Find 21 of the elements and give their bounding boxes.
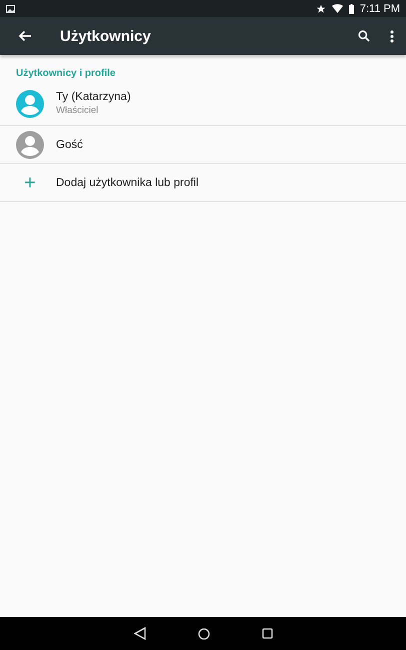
screen-title: Użytkownicy [60,28,152,44]
triangle-back-icon [134,627,146,640]
user-row[interactable]: Ty (Katarzyna) Właściciel [0,82,406,126]
back-arrow-icon [18,30,32,42]
user-name: Ty (Katarzyna) [56,91,131,103]
user-row[interactable]: Gość [0,126,406,164]
user-name: Gość [56,138,83,150]
user-role: Właściciel [56,105,100,116]
wifi-icon [332,4,343,13]
section-header: Użytkownicy i profile [16,68,116,81]
star-icon [316,4,326,14]
home-circle-icon [198,628,210,640]
plus-icon: + [16,172,44,192]
status-time: 7:11 PM [360,2,400,14]
add-user-label: Dodaj użytkownika lub profil [56,176,199,188]
add-user-row[interactable]: + Dodaj użytkownika lub profil [0,164,406,202]
search-icon [358,30,370,42]
recents-square-icon [262,628,272,639]
more-vertical-icon [390,30,394,42]
image-icon [6,4,15,12]
battery-icon [348,4,354,14]
